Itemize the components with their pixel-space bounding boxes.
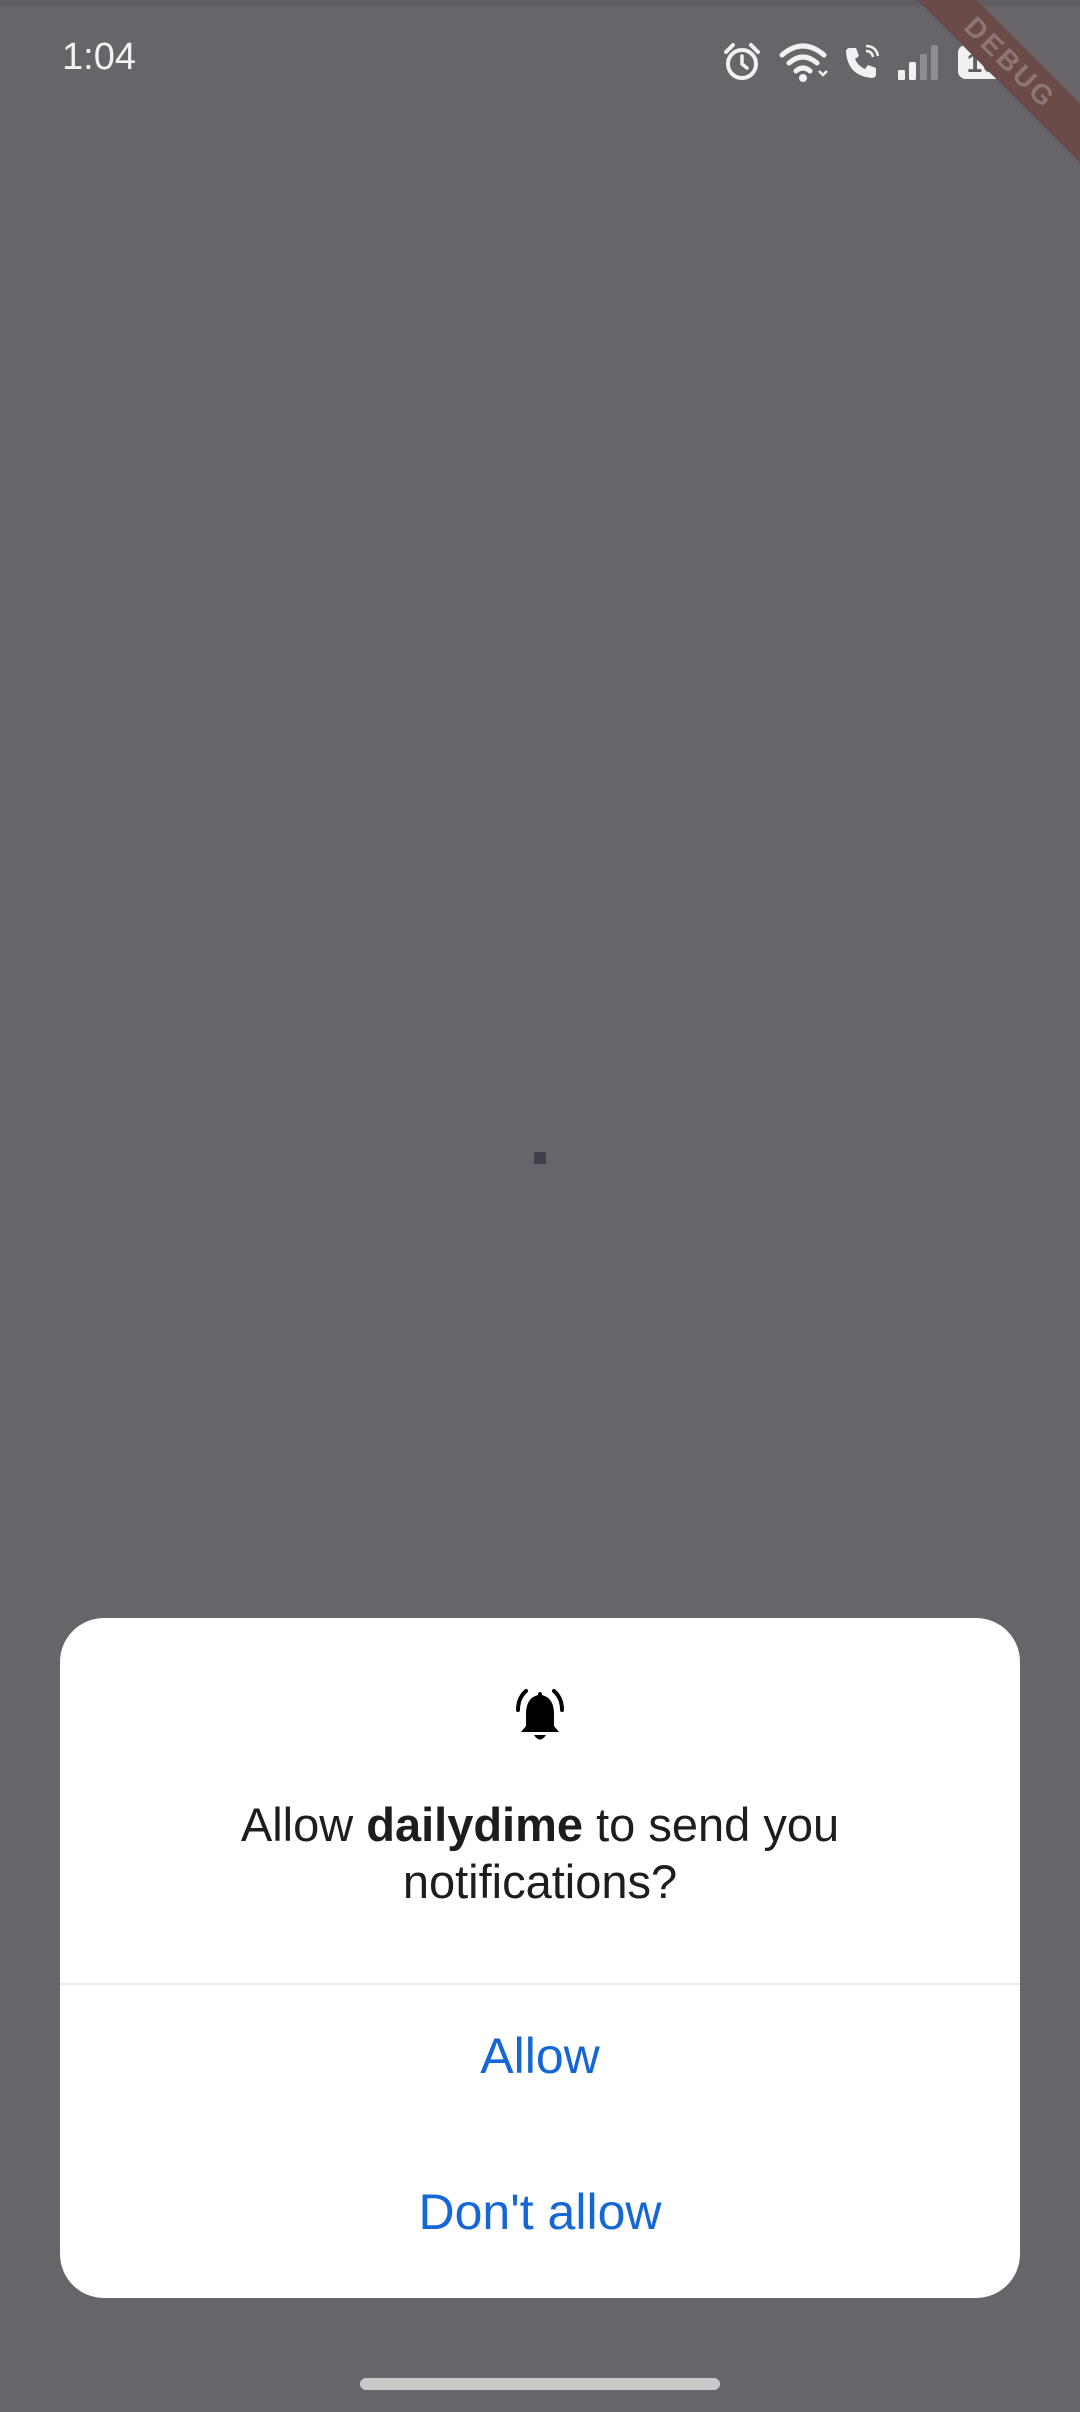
alarm-icon	[720, 40, 764, 84]
bell-ringing-icon	[508, 1684, 572, 1748]
dialog-divider	[60, 1983, 1020, 1985]
loading-indicator	[534, 1152, 546, 1164]
status-bar: 1:04	[0, 0, 1080, 125]
status-time: 1:04	[62, 36, 136, 78]
wifi-icon	[778, 41, 828, 83]
message-prefix: Allow	[240, 1798, 367, 1851]
app-name: dailydime	[366, 1798, 584, 1851]
notification-permission-dialog: Allow dailydime to send you notification…	[60, 1618, 1020, 2298]
wifi-calling-icon	[842, 42, 882, 82]
app-screen: 1:04 DEBUG Allow dailydime to send you n…	[0, 0, 1080, 2412]
dont-allow-button[interactable]: Don't allow	[60, 2142, 1020, 2282]
home-indicator[interactable]	[360, 2378, 720, 2390]
allow-button[interactable]: Allow	[60, 1986, 1020, 2126]
dialog-message: Allow dailydime to send you notification…	[120, 1796, 960, 1910]
signal-icon	[896, 42, 944, 82]
